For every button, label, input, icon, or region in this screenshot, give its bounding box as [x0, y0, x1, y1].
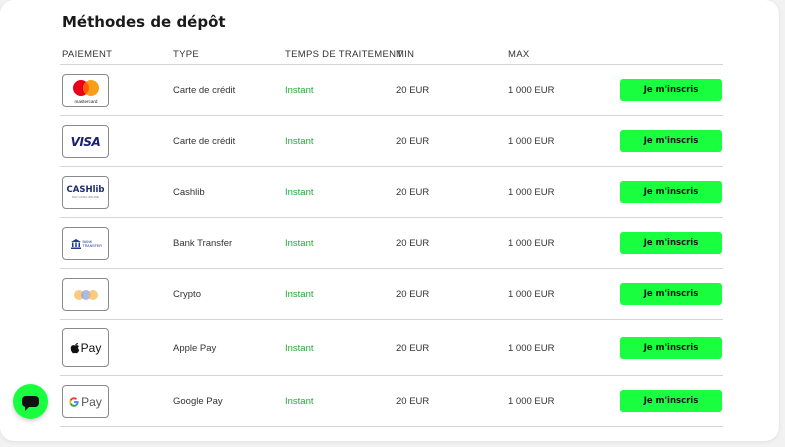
- row-type: Cashlib: [173, 187, 205, 198]
- header-payment: PAIEMENT: [62, 49, 113, 60]
- page-title: Méthodes de dépôt: [62, 13, 226, 31]
- table-row: mastercard Carte de crédit Instant 20 EU…: [60, 65, 723, 116]
- signup-button[interactable]: Je m'inscris: [620, 181, 722, 203]
- row-min: 20 EUR: [396, 136, 430, 147]
- table-header: PAIEMENT TYPE TEMPS DE TRAITEMENT MIN MA…: [60, 45, 723, 65]
- crypto-logo: [62, 278, 109, 311]
- signup-button[interactable]: Je m'inscris: [620, 337, 722, 359]
- cashlib-logo: CASHlib PAY CASH ONLINE: [62, 176, 109, 209]
- apple-icon: [70, 342, 79, 353]
- row-max: 1 000 EUR: [508, 85, 555, 96]
- row-max: 1 000 EUR: [508, 238, 555, 249]
- row-max: 1 000 EUR: [508, 343, 555, 354]
- row-type: Google Pay: [173, 396, 223, 407]
- row-min: 20 EUR: [396, 238, 430, 249]
- signup-button[interactable]: Je m'inscris: [620, 390, 722, 412]
- apple-pay-logo: Pay: [62, 328, 109, 367]
- row-time: Instant: [285, 343, 314, 354]
- row-max: 1 000 EUR: [508, 289, 555, 300]
- apple-pay-logo-text: Pay: [80, 340, 102, 355]
- row-min: 20 EUR: [396, 187, 430, 198]
- mastercard-logo: mastercard: [62, 74, 109, 107]
- row-min: 20 EUR: [396, 85, 430, 96]
- page: Méthodes de dépôt PAIEMENT TYPE TEMPS DE…: [0, 0, 785, 447]
- table-row: Pay Apple Pay Instant 20 EUR 1 000 EUR J…: [60, 320, 723, 376]
- visa-logo-text: VISA: [70, 134, 101, 149]
- signup-button[interactable]: Je m'inscris: [620, 130, 722, 152]
- chat-button[interactable]: [13, 384, 48, 419]
- google-pay-logo-text: Pay: [81, 394, 102, 409]
- row-time: Instant: [285, 85, 314, 96]
- row-min: 20 EUR: [396, 343, 430, 354]
- bank-transfer-logo: BANK TRANSFER: [62, 227, 109, 260]
- row-max: 1 000 EUR: [508, 187, 555, 198]
- coin-icon: [87, 289, 98, 300]
- row-type: Carte de crédit: [173, 136, 236, 147]
- row-time: Instant: [285, 238, 314, 249]
- deposit-methods-table: PAIEMENT TYPE TEMPS DE TRAITEMENT MIN MA…: [60, 45, 723, 427]
- row-max: 1 000 EUR: [508, 136, 555, 147]
- cashlib-logo-subtext: PAY CASH ONLINE: [72, 195, 99, 199]
- row-min: 20 EUR: [396, 396, 430, 407]
- row-min: 20 EUR: [396, 289, 430, 300]
- header-type: TYPE: [173, 49, 200, 60]
- deposit-methods-card: Méthodes de dépôt PAIEMENT TYPE TEMPS DE…: [0, 0, 779, 441]
- visa-logo: VISA: [62, 125, 109, 158]
- bank-icon: [70, 238, 81, 249]
- table-row: Crypto Instant 20 EUR 1 000 EUR Je m'ins…: [60, 269, 723, 320]
- mastercard-logo-text: mastercard: [74, 99, 97, 104]
- table-row: BANK TRANSFER Bank Transfer Instant 20 E…: [60, 218, 723, 269]
- google-g-icon: [69, 396, 79, 407]
- chat-icon: [22, 396, 39, 411]
- signup-button[interactable]: Je m'inscris: [620, 232, 722, 254]
- bank-transfer-logo-text: BANK TRANSFER: [82, 239, 102, 248]
- row-type: Apple Pay: [173, 343, 217, 354]
- row-type: Crypto: [173, 289, 201, 300]
- table-row: Pay Google Pay Instant 20 EUR 1 000 EUR …: [60, 376, 723, 427]
- row-time: Instant: [285, 187, 314, 198]
- signup-button[interactable]: Je m'inscris: [620, 283, 722, 305]
- row-type: Carte de crédit: [173, 85, 236, 96]
- row-max: 1 000 EUR: [508, 396, 555, 407]
- row-time: Instant: [285, 396, 314, 407]
- row-time: Instant: [285, 289, 314, 300]
- cashlib-logo-text: CASHlib: [66, 185, 105, 195]
- row-type: Bank Transfer: [173, 238, 233, 249]
- table-row: VISA Carte de crédit Instant 20 EUR 1 00…: [60, 116, 723, 167]
- table-row: CASHlib PAY CASH ONLINE Cashlib Instant …: [60, 167, 723, 218]
- row-time: Instant: [285, 136, 314, 147]
- header-max: MAX: [508, 49, 530, 60]
- signup-button[interactable]: Je m'inscris: [620, 79, 722, 101]
- header-min: MIN: [396, 49, 415, 60]
- header-processing-time: TEMPS DE TRAITEMENT: [285, 49, 403, 60]
- google-pay-logo: Pay: [62, 385, 109, 418]
